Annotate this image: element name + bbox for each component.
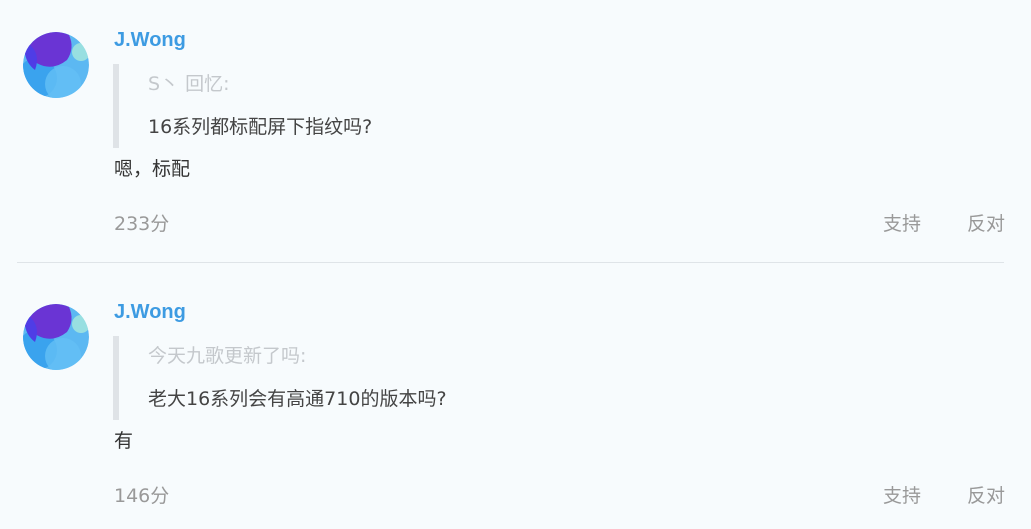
comment-item: J.Wong 今天九歌更新了吗: 老大16系列会有高通710的版本吗? 有 14… — [0, 272, 1031, 529]
oppose-button[interactable]: 反对 — [967, 483, 1005, 509]
avatar-icon — [23, 32, 89, 98]
user-avatar[interactable] — [23, 32, 89, 98]
reply-text: 有 — [114, 430, 134, 452]
score-label: 233分 — [114, 213, 170, 235]
score-label: 146分 — [114, 485, 170, 507]
reply-text: 嗯，标配 — [114, 158, 191, 180]
avatar-icon — [23, 304, 89, 370]
quote-text: 16系列都标配屏下指纹吗? — [148, 116, 373, 138]
support-button[interactable]: 支持 — [883, 483, 921, 509]
oppose-button[interactable]: 反对 — [967, 211, 1005, 237]
quote-text: 老大16系列会有高通710的版本吗? — [148, 388, 447, 410]
comment-list: J.Wong S丶 回忆: 16系列都标配屏下指纹吗? 嗯，标配 233分 支持… — [0, 0, 1031, 529]
support-button[interactable]: 支持 — [883, 211, 921, 237]
quote-author: 今天九歌更新了吗: — [148, 345, 307, 367]
quoted-comment: S丶 回忆: 16系列都标配屏下指纹吗? — [113, 64, 719, 148]
user-avatar[interactable] — [23, 304, 89, 370]
comment-item: J.Wong S丶 回忆: 16系列都标配屏下指纹吗? 嗯，标配 233分 支持… — [0, 0, 1031, 263]
divider — [17, 262, 1004, 263]
username[interactable]: J.Wong — [114, 28, 186, 52]
quoted-comment: 今天九歌更新了吗: 老大16系列会有高通710的版本吗? — [113, 336, 719, 420]
quote-author: S丶 回忆: — [148, 73, 230, 95]
username[interactable]: J.Wong — [114, 300, 186, 324]
